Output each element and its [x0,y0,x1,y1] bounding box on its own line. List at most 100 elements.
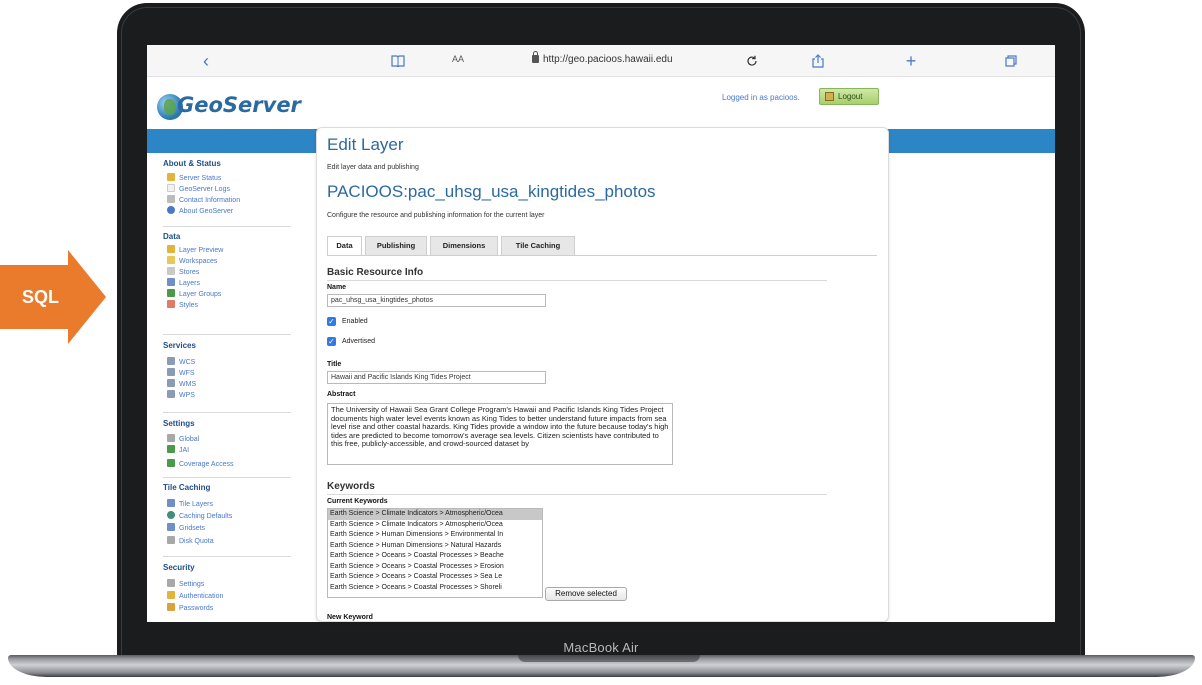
keywords-heading: Keywords [327,481,375,492]
sidebar-item-wps[interactable]: WPS [167,390,195,399]
section-rule [327,280,827,281]
enabled-label: Enabled [342,318,368,325]
current-keywords-label: Current Keywords [327,498,388,505]
book-icon[interactable] [387,45,409,77]
sidebar-item-geoserver-logs[interactable]: GeoServer Logs [167,184,230,193]
name-field[interactable]: pac_uhsg_usa_kingtides_photos [327,294,546,307]
logout-button[interactable]: Logout [819,88,879,105]
tab-tile-caching[interactable]: Tile Caching [501,236,575,255]
sidebar-item-global[interactable]: Global [167,434,199,443]
laptop-notch [518,655,700,662]
sidebar-divider [163,477,291,478]
tile-layers-icon [167,499,175,507]
sidebar-item-caching-defaults[interactable]: Caching Defaults [167,511,232,520]
authentication-icon [167,591,175,599]
layer-groups-icon [167,289,175,297]
disk-quota-icon [167,536,175,544]
layer-preview-icon [167,245,175,253]
abstract-label: Abstract [327,391,356,398]
keyword-item[interactable]: Earth Science > Oceans > Coastal Process… [328,572,542,583]
browser-toolbar: ‹ AA http://geo.pacioos.hawaii.edu + [147,45,1055,77]
tab-publishing[interactable]: Publishing [365,236,427,255]
sidebar-item-security-settings[interactable]: Settings [167,579,204,588]
sidebar-divider [163,334,291,335]
workspaces-icon [167,256,175,264]
new-keyword-label: New Keyword [327,614,373,621]
remove-selected-button[interactable]: Remove selected [545,587,627,601]
sidebar-item-disk-quota[interactable]: Disk Quota [167,536,214,545]
sidebar-divider [163,226,291,227]
title-label: Title [327,361,342,368]
wms-icon [167,379,175,387]
sidebar-item-coverage-access[interactable]: Coverage Access [167,459,233,468]
sidebar-item-layer-preview[interactable]: Layer Preview [167,245,223,254]
edit-layer-panel: Edit Layer Edit layer data and publishin… [316,127,889,622]
about-icon [167,206,175,214]
page-title: Edit Layer [327,135,404,154]
name-label: Name [327,284,347,291]
keyword-item[interactable]: Earth Science > Human Dimensions > Natur… [328,541,542,552]
sql-arrow-head [68,250,106,344]
sql-arrow-label: SQL [22,287,60,307]
wps-icon [167,390,175,398]
sidebar-divider [163,556,291,557]
sidebar-item-layers[interactable]: Layers [167,278,200,287]
reload-icon[interactable] [743,45,761,77]
global-icon [167,434,175,442]
geoserver-header: GeoServer Logged in as pacioos. Logout [147,77,1055,129]
layer-description: Configure the resource and publishing in… [327,212,545,219]
share-icon[interactable] [809,45,827,77]
keyword-item[interactable]: Earth Science > Oceans > Coastal Process… [328,583,542,594]
advertised-label: Advertised [342,338,376,345]
sidebar-item-jai[interactable]: JAI [167,445,189,454]
abstract-textarea[interactable]: The University of Hawaii Sea Grant Colle… [327,403,673,465]
sidebar-item-contact[interactable]: Contact Information [167,195,240,204]
sidebar-item-about[interactable]: About GeoServer [167,206,233,215]
sidebar: About & Status Server Status GeoServer L… [147,153,297,622]
stores-icon [167,267,175,275]
sidebar-item-layer-groups[interactable]: Layer Groups [167,289,221,298]
caching-defaults-icon [167,511,175,519]
wfs-icon [167,368,175,376]
laptop-base [8,655,1195,677]
new-tab-icon[interactable]: + [902,45,920,77]
sidebar-item-styles[interactable]: Styles [167,300,198,309]
keyword-item[interactable]: Earth Science > Oceans > Coastal Process… [328,562,542,573]
tabs-icon[interactable] [1002,45,1020,77]
tab-data[interactable]: Data [327,236,362,256]
sidebar-item-workspaces[interactable]: Workspaces [167,256,217,265]
jai-icon [167,445,175,453]
sidebar-section-about: About & Status [163,159,221,168]
address-bar[interactable]: http://geo.pacioos.hawaii.edu [532,51,673,65]
sidebar-item-wcs[interactable]: WCS [167,357,195,366]
sidebar-item-passwords[interactable]: Passwords [167,603,213,612]
sidebar-item-tile-layers[interactable]: Tile Layers [167,499,213,508]
keyword-item[interactable]: Earth Science > Climate Indicators > Atm… [328,520,542,531]
app-title[interactable]: GeoServer [177,93,301,117]
basic-resource-info-heading: Basic Resource Info [327,267,424,278]
sidebar-item-wms[interactable]: WMS [167,379,196,388]
url-text: http://geo.pacioos.hawaii.edu [543,54,673,65]
keyword-item[interactable]: Earth Science > Human Dimensions > Envir… [328,530,542,541]
sidebar-section-security: Security [163,563,195,572]
keyword-item[interactable]: Earth Science > Climate Indicators > Atm… [328,509,542,520]
back-icon[interactable]: ‹ [197,45,215,77]
enabled-checkbox[interactable]: ✓ [327,317,336,326]
title-field[interactable]: Hawaii and Pacific Islands King Tides Pr… [327,371,546,384]
layer-name-heading: PACIOOS:pac_uhsg_usa_kingtides_photos [327,182,656,201]
advertised-checkbox[interactable]: ✓ [327,337,336,346]
keywords-list[interactable]: Earth Science > Climate Indicators > Atm… [327,508,543,598]
passwords-icon [167,603,175,611]
sidebar-item-wfs[interactable]: WFS [167,368,195,377]
laptop-brand: MacBook Air [563,640,639,655]
sidebar-item-server-status[interactable]: Server Status [167,173,221,182]
keyword-item[interactable]: Earth Science > Oceans > Coastal Process… [328,551,542,562]
layers-icon [167,278,175,286]
styles-icon [167,300,175,308]
sidebar-item-authentication[interactable]: Authentication [167,591,223,600]
contact-icon [167,195,175,203]
sidebar-item-gridsets[interactable]: Gridsets [167,523,205,532]
text-size-button[interactable]: AA [452,54,464,64]
tab-dimensions[interactable]: Dimensions [430,236,498,255]
sidebar-item-stores[interactable]: Stores [167,267,199,276]
